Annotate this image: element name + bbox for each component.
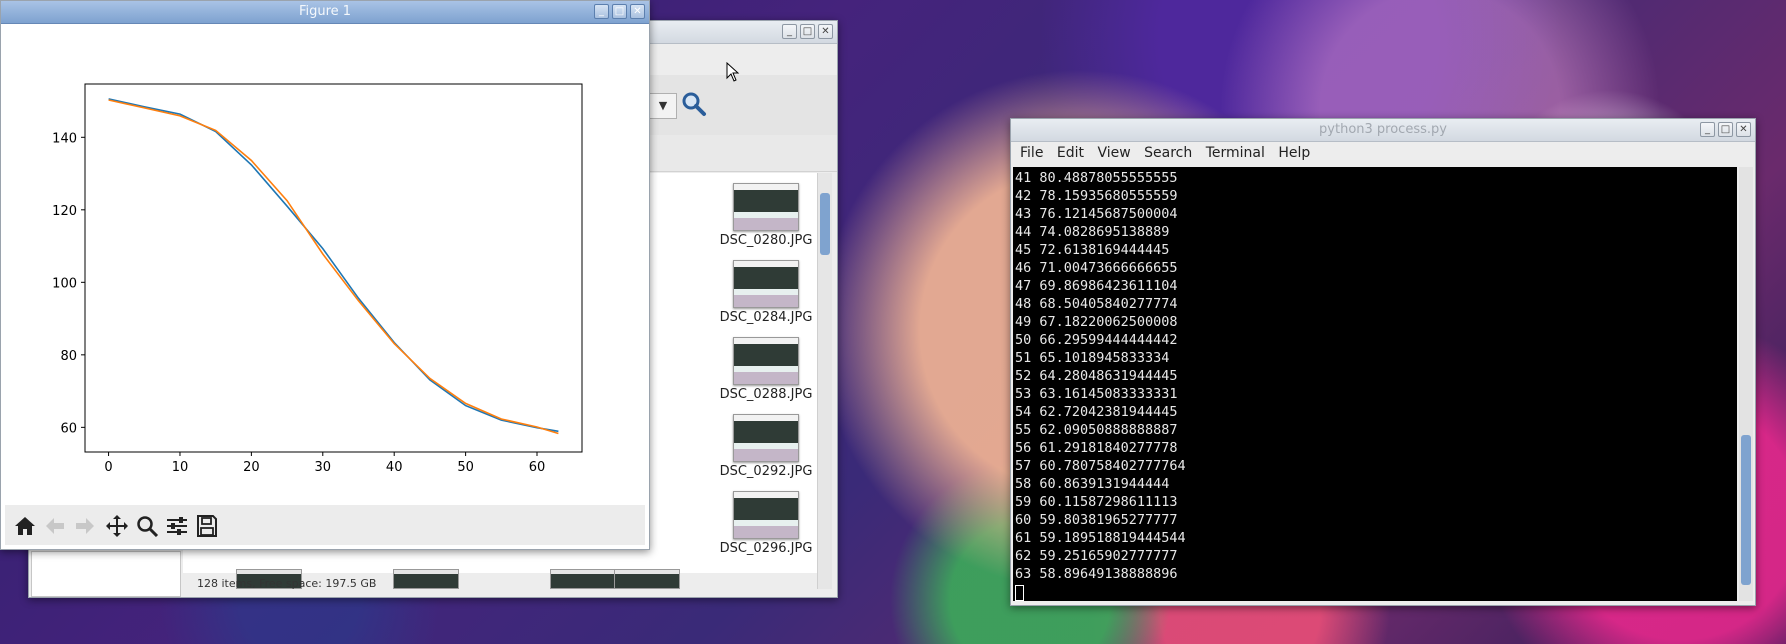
terminal-line: 58 60.8639131944444: [1015, 476, 1170, 492]
terminal-line: 50 66.29599444444442: [1015, 332, 1178, 348]
x-tick-label: 40: [386, 460, 403, 475]
maximize-button[interactable]: □: [1718, 122, 1733, 137]
terminal-scrollbar[interactable]: [1739, 167, 1753, 601]
file-item[interactable]: DSC_0284.JPG: [711, 260, 821, 325]
status-text: 128 items, Free space: 197.5 GB: [197, 577, 377, 590]
location-dropdown-arrow[interactable]: ▼: [649, 93, 677, 119]
terminal-output: 41 80.48878055555555 42 78.15935680555559…: [1015, 169, 1186, 583]
series-line-0: [108, 98, 559, 433]
terminal-line: 59 60.11587298611113: [1015, 494, 1178, 510]
image-thumbnail: [733, 491, 799, 539]
x-tick-label: 60: [529, 460, 546, 475]
terminal-line: 41 80.48878055555555: [1015, 170, 1178, 186]
pan-icon[interactable]: [105, 515, 129, 537]
y-tick-label: 140: [52, 131, 77, 146]
terminal-menubar: File Edit View Search Terminal Help: [1011, 142, 1755, 164]
x-tick-label: 50: [457, 460, 474, 475]
terminal-line: 43 76.12145687500004: [1015, 206, 1178, 222]
window-title: python3 process.py: [1319, 122, 1447, 137]
file-item[interactable]: DSC_0292.JPG: [711, 414, 821, 479]
y-tick-label: 100: [52, 276, 77, 291]
scrollbar-thumb[interactable]: [820, 193, 830, 255]
icon-view-scrollbar[interactable]: [817, 173, 832, 589]
y-tick-label: 120: [52, 204, 77, 219]
file-name: DSC_0296.JPG: [719, 541, 813, 556]
image-thumbnail: [733, 260, 799, 308]
partial-thumbnail[interactable]: [393, 569, 459, 589]
configure-subplots-icon[interactable]: [165, 515, 189, 537]
terminal-line: 51 65.1018945833334: [1015, 350, 1170, 366]
terminal-line: 53 63.16145083333331: [1015, 386, 1178, 402]
file-name: DSC_0280.JPG: [719, 233, 813, 248]
terminal-line: 52 64.28048631944445: [1015, 368, 1178, 384]
terminal-line: 55 62.09050888888887: [1015, 422, 1178, 438]
scrollbar-thumb[interactable]: [1741, 435, 1751, 585]
y-tick-label: 80: [60, 349, 77, 364]
x-tick-label: 30: [315, 460, 332, 475]
home-icon[interactable]: [13, 515, 37, 537]
maximize-button[interactable]: □: [800, 24, 815, 39]
line-chart[interactable]: 0 10 20 30 40 50 60 60 80 100 120 140: [1, 24, 649, 504]
terminal-line: 57 60.780758402777764: [1015, 458, 1186, 474]
figure-canvas[interactable]: 0 10 20 30 40 50 60 60 80 100 120 140: [1, 24, 649, 504]
terminal-line: 42 78.15935680555559: [1015, 188, 1178, 204]
back-arrow-icon: [46, 518, 64, 534]
terminal-line: 48 68.50405840277774: [1015, 296, 1178, 312]
x-tick-label: 0: [104, 460, 112, 475]
terminal-window: python3 process.py _ □ ✕ File Edit View …: [1010, 118, 1756, 606]
forward-arrow-icon: [76, 518, 94, 534]
file-name: DSC_0292.JPG: [719, 464, 813, 479]
terminal-cursor: [1015, 585, 1024, 601]
side-pane: [31, 551, 181, 597]
x-tick-label: 10: [172, 460, 189, 475]
terminal-line: 63 58.89649138888896: [1015, 566, 1178, 582]
series-line-1: [108, 99, 559, 435]
close-button[interactable]: ✕: [818, 24, 833, 39]
terminal-line: 60 59.80381965277777: [1015, 512, 1178, 528]
search-icon[interactable]: [681, 91, 707, 117]
close-button[interactable]: ✕: [630, 4, 645, 19]
menu-edit[interactable]: Edit: [1057, 142, 1084, 164]
mouse-pointer-icon: [726, 62, 740, 82]
minimize-button[interactable]: _: [594, 4, 609, 19]
terminal-screen[interactable]: 41 80.48878055555555 42 78.15935680555559…: [1013, 167, 1737, 601]
terminal-line: 54 62.72042381944445: [1015, 404, 1178, 420]
close-button[interactable]: ✕: [1736, 122, 1751, 137]
file-name: DSC_0284.JPG: [719, 310, 813, 325]
maximize-button[interactable]: □: [612, 4, 627, 19]
zoom-icon[interactable]: [135, 515, 159, 537]
image-thumbnail: [733, 414, 799, 462]
terminal-line: 62 59.25165902777777: [1015, 548, 1178, 564]
file-item[interactable]: DSC_0280.JPG: [711, 183, 821, 248]
file-name: DSC_0288.JPG: [719, 387, 813, 402]
terminal-line: 44 74.0828695138889: [1015, 224, 1170, 240]
minimize-button[interactable]: _: [782, 24, 797, 39]
menu-help[interactable]: Help: [1278, 142, 1310, 164]
menu-file[interactable]: File: [1020, 142, 1043, 164]
figure-window: Figure 1 _ □ ✕ 0 10 20 30 40 50 60 60 80 100 120 14…: [0, 0, 650, 550]
terminal-line: 47 69.86986423611104: [1015, 278, 1178, 294]
terminal-line: 45 72.6138169444445: [1015, 242, 1170, 258]
terminal-line: 61 59.189518819444544: [1015, 530, 1186, 546]
window-title: Figure 1: [298, 4, 352, 19]
image-thumbnail: [733, 337, 799, 385]
partial-thumbnail[interactable]: [550, 569, 616, 589]
figure-toolbar: [5, 505, 645, 545]
menu-view[interactable]: View: [1097, 142, 1130, 164]
partial-thumbnail[interactable]: [614, 569, 680, 589]
file-item[interactable]: DSC_0288.JPG: [711, 337, 821, 402]
terminal-line: 49 67.18220062500008: [1015, 314, 1178, 330]
menu-terminal[interactable]: Terminal: [1206, 142, 1265, 164]
x-tick-label: 20: [243, 460, 260, 475]
menu-search[interactable]: Search: [1144, 142, 1192, 164]
figure-titlebar[interactable]: Figure 1 _ □ ✕: [1, 1, 649, 24]
terminal-titlebar[interactable]: python3 process.py _ □ ✕: [1011, 119, 1755, 142]
y-tick-label: 60: [60, 421, 77, 436]
file-item[interactable]: DSC_0296.JPG: [711, 491, 821, 556]
image-thumbnail: [733, 183, 799, 231]
terminal-line: 46 71.00473666666655: [1015, 260, 1178, 276]
terminal-line: 56 61.29181840277778: [1015, 440, 1178, 456]
save-icon[interactable]: [195, 515, 219, 537]
minimize-button[interactable]: _: [1700, 122, 1715, 137]
